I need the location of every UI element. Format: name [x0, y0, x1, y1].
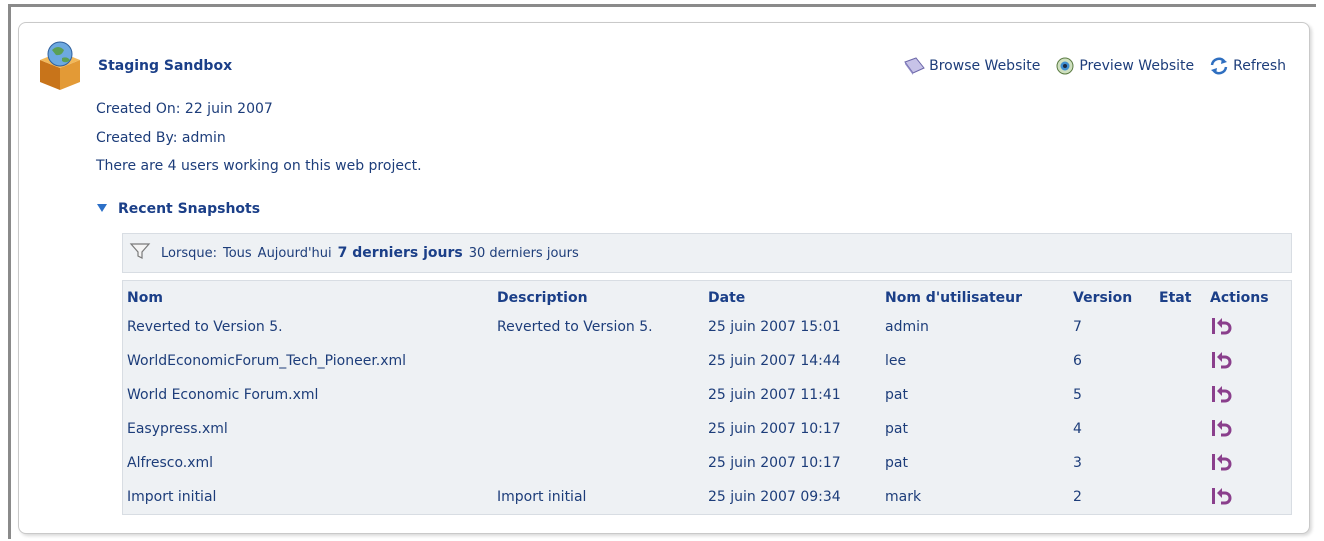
filter-option-7-derniers-jours[interactable]: 7 derniers jours [338, 245, 463, 261]
revert-arrow-icon[interactable] [1209, 485, 1233, 509]
website-actions: Browse Website Preview Website Refresh [902, 56, 1286, 76]
filter-option-aujourdhui[interactable]: Aujourd'hui [258, 246, 332, 261]
preview-website-link[interactable]: Preview Website [1054, 56, 1194, 76]
row-version: 6 [1073, 353, 1082, 369]
row-date: 25 juin 2007 10:17 [708, 421, 841, 437]
row-user: lee [885, 353, 907, 369]
revert-arrow-icon[interactable] [1209, 349, 1233, 373]
page-title[interactable]: Staging Sandbox [98, 58, 232, 74]
row-name[interactable]: World Economic Forum.xml [127, 387, 318, 403]
row-user: admin [885, 319, 929, 335]
row-user: mark [885, 489, 922, 505]
row-user: pat [885, 455, 908, 471]
funnel-icon [129, 241, 151, 265]
users-count-text: There are 4 users working on this web pr… [96, 158, 422, 174]
filter-option-tous[interactable]: Tous [223, 246, 252, 261]
row-date: 25 juin 2007 10:17 [708, 455, 841, 471]
row-user: pat [885, 387, 908, 403]
column-header-version[interactable]: Version [1073, 290, 1132, 306]
row-user: pat [885, 421, 908, 437]
refresh-label: Refresh [1233, 58, 1286, 74]
sandbox-box-globe-icon [34, 40, 86, 92]
browse-website-link[interactable]: Browse Website [902, 56, 1040, 76]
revert-arrow-icon[interactable] [1209, 451, 1233, 475]
preview-website-label: Preview Website [1079, 58, 1195, 74]
row-name[interactable]: Import initial [127, 489, 216, 505]
row-version: 2 [1073, 489, 1082, 505]
book-icon [902, 56, 926, 76]
created-on-text: Created On: 22 juin 2007 [96, 101, 273, 117]
snapshots-table: Nom Description Date Nom d'utilisateur V… [122, 280, 1292, 515]
row-name[interactable]: Easypress.xml [127, 421, 228, 437]
column-header-date[interactable]: Date [708, 290, 745, 306]
created-by-text: Created By: admin [96, 130, 226, 146]
row-version: 4 [1073, 421, 1082, 437]
row-date: 25 juin 2007 11:41 [708, 387, 841, 403]
revert-arrow-icon[interactable] [1209, 383, 1233, 407]
column-header-etat[interactable]: Etat [1159, 290, 1191, 306]
row-version: 3 [1073, 455, 1082, 471]
refresh-link[interactable]: Refresh [1208, 56, 1286, 76]
row-name[interactable]: WorldEconomicForum_Tech_Pioneer.xml [127, 353, 406, 369]
filter-option-30-derniers-jours[interactable]: 30 derniers jours [469, 246, 579, 261]
row-description: Import initial [497, 489, 587, 505]
snapshot-filter-bar: Lorsque: Tous Aujourd'hui 7 derniers jou… [122, 233, 1292, 273]
recent-snapshots-title: Recent Snapshots [118, 201, 261, 217]
filter-label: Lorsque: [161, 245, 217, 261]
refresh-arrows-icon [1208, 56, 1230, 76]
revert-arrow-icon[interactable] [1209, 315, 1233, 339]
column-header-actions: Actions [1210, 290, 1269, 306]
triangle-down-icon [96, 201, 108, 217]
row-version: 7 [1073, 319, 1082, 335]
row-version: 5 [1073, 387, 1082, 403]
row-date: 25 juin 2007 09:34 [708, 489, 841, 505]
recent-snapshots-toggle[interactable]: Recent Snapshots [96, 201, 260, 217]
browse-website-label: Browse Website [929, 58, 1041, 74]
column-header-user[interactable]: Nom d'utilisateur [885, 290, 1022, 306]
row-name[interactable]: Alfresco.xml [127, 455, 213, 471]
row-description: Reverted to Version 5. [497, 319, 653, 335]
row-name[interactable]: Reverted to Version 5. [127, 319, 283, 335]
revert-arrow-icon[interactable] [1209, 417, 1233, 441]
column-header-nom[interactable]: Nom [127, 290, 163, 306]
row-date: 25 juin 2007 14:44 [708, 353, 841, 369]
row-date: 25 juin 2007 15:01 [708, 319, 841, 335]
column-header-description[interactable]: Description [497, 290, 588, 306]
eye-icon [1054, 56, 1076, 76]
